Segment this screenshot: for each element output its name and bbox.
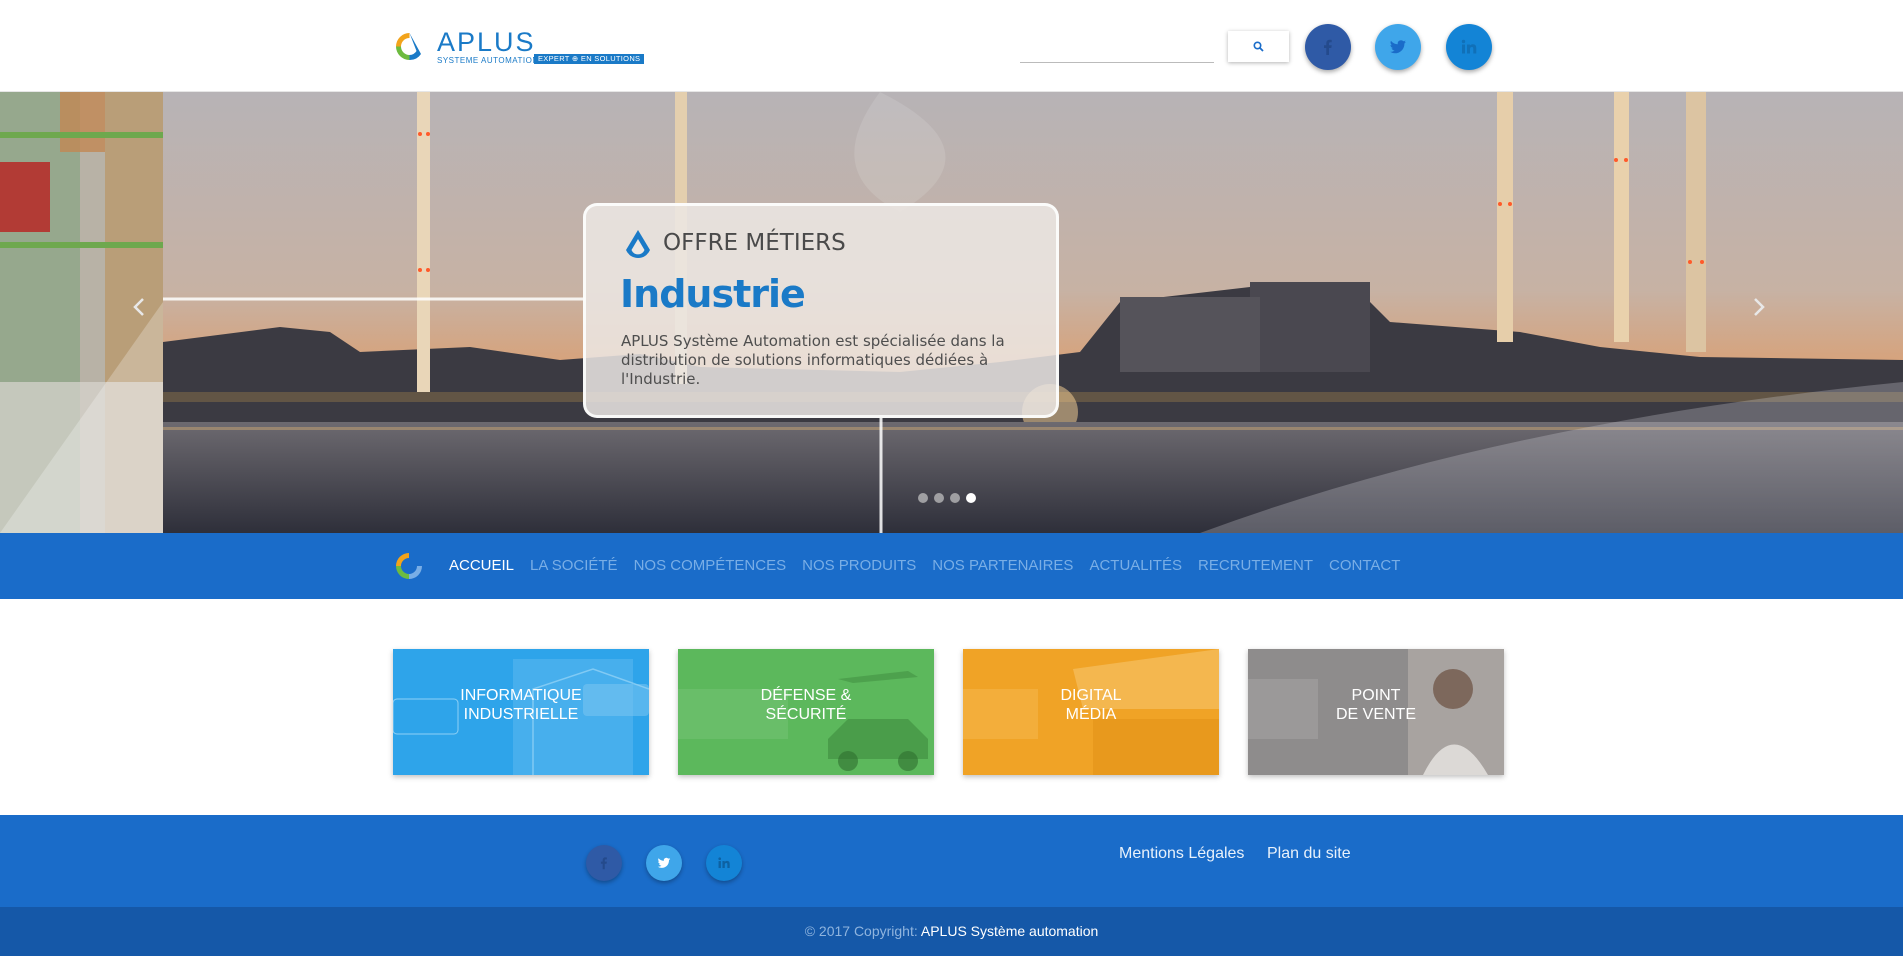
aplus-drop-icon [626,230,650,258]
tile-label-line: DE VENTE [1335,706,1416,723]
nav-item-recrutement[interactable]: RECRUTEMENT [1198,557,1313,575]
nav-item-nos-partenaires[interactable]: NOS PARTENAIRES [932,557,1073,575]
slider-dot[interactable] [934,493,944,503]
nav-item-accueil[interactable]: ACCUEIL [449,557,514,575]
nav-menu: ACCUEIL LA SOCIÉTÉ NOS COMPÉTENCES NOS P… [449,557,1416,575]
logo-tagline: EXPERT ⊕ EN SOLUTIONS [534,54,645,64]
nav-item-nos-produits[interactable]: NOS PRODUITS [802,557,916,575]
tile-label-line: DÉFENSE & [760,687,852,704]
slide-heading: Industrie [620,272,806,316]
tile-digital-media[interactable]: DIGITAL MÉDIA [963,649,1219,775]
sector-tiles: INFORMATIQUE INDUSTRIELLE DÉFENSE & SÉCU… [393,649,1505,775]
chevron-left-icon [133,298,144,316]
footer-link-mentions-legales[interactable]: Mentions Légales [1119,845,1244,863]
logo-subtitle: SYSTEME AUTOMATION [437,56,539,65]
tile-label: INFORMATIQUE INDUSTRIELLE [393,686,649,724]
tile-informatique-industrielle[interactable]: INFORMATIQUE INDUSTRIELLE [393,649,649,775]
nav-item-nos-competences[interactable]: NOS COMPÉTENCES [634,557,787,575]
copyright-prefix: © 2017 Copyright: [804,923,918,939]
tile-defense-securite[interactable]: DÉFENSE & SÉCURITÉ [678,649,934,775]
slider-dot-active[interactable] [966,493,976,503]
footer-facebook-button[interactable] [586,845,622,881]
main-navigation: ACCUEIL LA SOCIÉTÉ NOS COMPÉTENCES NOS P… [0,533,1903,599]
tile-label: DÉFENSE & SÉCURITÉ [678,686,934,724]
page: APLUS SYSTEME AUTOMATION EXPERT ⊕ EN SOL… [0,0,1903,956]
tile-point-de-vente[interactable]: POINT DE VENTE [1248,649,1504,775]
search-button[interactable] [1228,31,1289,62]
aplus-logo-icon [396,33,421,61]
slide-kicker: OFFRE MÉTIERS [663,230,846,256]
facebook-icon [600,857,607,870]
facebook-button[interactable] [1305,24,1351,70]
slider-dot[interactable] [950,493,960,503]
footer-link-plan-du-site[interactable]: Plan du site [1267,845,1351,863]
copyright-bar: © 2017 Copyright: APLUS Système automati… [0,907,1903,956]
search-icon [1253,41,1264,52]
tile-label: POINT DE VENTE [1248,686,1504,724]
slide-caption-card: OFFRE MÉTIERS Industrie APLUS Système Au… [583,203,1059,418]
tile-label-line: INDUSTRIELLE [463,706,579,723]
twitter-icon [1390,40,1406,54]
nav-logo-icon[interactable] [393,550,425,582]
previous-slide-arrow[interactable] [124,292,154,322]
tile-label: DIGITAL MÉDIA [963,686,1219,724]
logo-name: APLUS [437,27,536,57]
tile-label-line: MÉDIA [1065,706,1117,723]
site-logo[interactable]: APLUS SYSTEME AUTOMATION EXPERT ⊕ EN SOL… [393,27,645,65]
facebook-icon [1324,39,1332,55]
tile-label-line: POINT [1351,687,1401,704]
hero-slider: OFFRE MÉTIERS Industrie APLUS Système Au… [0,92,1903,533]
tile-label-line: DIGITAL [1060,687,1122,704]
footer-linkedin-button[interactable] [706,845,742,881]
slider-pagination [918,493,976,503]
linkedin-button[interactable] [1446,24,1492,70]
twitter-icon [657,857,671,868]
copyright-brand[interactable]: APLUS Système automation [921,923,1098,939]
linkedin-icon [1461,39,1477,54]
tile-label-line: INFORMATIQUE [460,687,582,704]
nav-item-la-societe[interactable]: LA SOCIÉTÉ [530,557,618,575]
chevron-right-icon [1754,298,1765,316]
linkedin-icon [718,857,730,869]
nav-item-actualites[interactable]: ACTUALITÉS [1089,557,1182,575]
next-slide-arrow[interactable] [1744,292,1774,322]
nav-item-contact[interactable]: CONTACT [1329,557,1400,575]
footer: Mentions Légales Plan du site [0,815,1903,907]
tile-label-line: SÉCURITÉ [765,706,847,723]
header: APLUS SYSTEME AUTOMATION EXPERT ⊕ EN SOL… [0,0,1903,92]
slider-dot[interactable] [918,493,928,503]
search-input[interactable] [1020,39,1214,63]
footer-twitter-button[interactable] [646,845,682,881]
slide-description: APLUS Système Automation est spécialisée… [621,332,1005,388]
twitter-button[interactable] [1375,24,1421,70]
